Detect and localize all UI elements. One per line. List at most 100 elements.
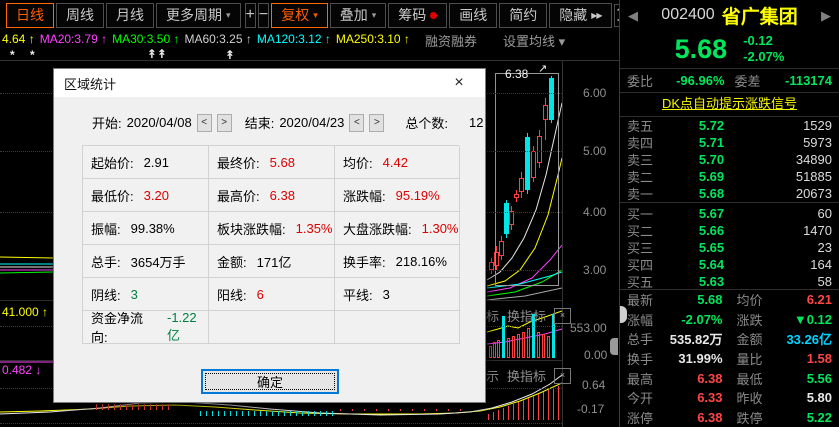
close-panel-icon[interactable]: ×: [554, 307, 572, 324]
stats-cell: 最高 6.38: [620, 369, 730, 388]
stat-label: 板块涨跌幅:: [217, 221, 286, 237]
indicator-tick: [278, 411, 279, 416]
price-axis-label: 6.00: [583, 86, 607, 100]
stats-row: 今开 6.33 昨收 5.80: [620, 388, 839, 408]
stat-cell: 最低价: 3.20: [83, 179, 209, 212]
indicator-tick: [108, 404, 109, 410]
level-volume: 51885: [795, 169, 832, 184]
level-price: 5.66: [698, 223, 725, 238]
sub-axis-label: 0.00: [584, 348, 608, 362]
stats-cell: 金额 33.26亿: [730, 329, 839, 348]
stat-value: 5.22: [806, 409, 832, 425]
stat-value: 218.16%: [395, 253, 447, 269]
next-stock-icon[interactable]: ▶: [821, 8, 831, 24]
price-axis-label: 5.00: [583, 144, 607, 158]
indicator-tick: [538, 394, 539, 420]
indicator-tick: [376, 409, 377, 411]
period-tab-1[interactable]: 日线: [6, 2, 54, 28]
toolbar-button-1[interactable]: 复权 ▾: [271, 2, 328, 28]
close-panel-icon[interactable]: ×: [554, 367, 572, 384]
stock-name: 省广集团: [721, 6, 798, 28]
toolbar-button-5[interactable]: 简约: [499, 2, 548, 28]
dk-signal-link[interactable]: DK点自动提示涨跌信号: [662, 96, 797, 111]
toolbar-button-3[interactable]: 筹码: [388, 2, 448, 28]
period-tab-2[interactable]: 周线: [56, 2, 104, 28]
indicator-tick: [114, 404, 115, 410]
peak-price-label: 6.38: [505, 67, 529, 81]
stat-cell: 总手: 3654万手: [83, 245, 209, 278]
volume-indicator-fragment: 41.000 ↑: [2, 305, 49, 319]
stat-value: 6: [256, 286, 264, 302]
indicator-tick: [488, 414, 489, 420]
signal-marker-icon: ↟↟: [147, 47, 168, 61]
zoom-in-button[interactable]: +: [244, 2, 256, 28]
start-date-prev-button[interactable]: <: [196, 113, 212, 132]
indicator-tick: [162, 404, 163, 410]
bid-row: 买二 5.66 1470: [620, 222, 839, 239]
period-tab-4[interactable]: 更多周期 ▾: [156, 2, 241, 28]
indicator-tick: [533, 396, 534, 420]
indicator-tick: [503, 408, 504, 420]
dk-signal-row: DK点自动提示涨跌信号: [620, 92, 839, 117]
level-volume: 23: [817, 240, 832, 255]
toolbar-button-6[interactable]: 隐藏 ▶▶: [549, 2, 612, 28]
ma-value-1: 4.64 ↑: [2, 32, 35, 46]
start-date-next-button[interactable]: >: [216, 113, 232, 132]
zoom-out-button[interactable]: −: [257, 2, 270, 28]
end-date-next-button[interactable]: >: [369, 113, 385, 132]
stat-value: 1.30%: [421, 220, 459, 236]
indicator-tick: [284, 411, 285, 416]
ask-queue: 卖五 5.72 1529 卖四 5.71 5973 卖三 5.70 34890 卖二 5.69 518…: [620, 117, 839, 202]
ma-indicator-bar: 4.64 ↑ MA20:3.79 ↑ MA30:3.50 ↑ MA60:3.25 ↑ M…: [2, 31, 410, 47]
volume-bar: [522, 332, 525, 358]
toolbar-button-4[interactable]: 画线: [449, 2, 498, 28]
stats-row: 换手 31.99% 量比 1.58: [620, 349, 839, 369]
level-volume: 5973: [803, 135, 832, 150]
close-icon[interactable]: ×: [443, 74, 475, 92]
weibi-row: 委比 -96.96% 委差 -113174: [620, 68, 839, 92]
level-volume: 164: [810, 257, 832, 272]
stat-cell: 金额: 171亿: [209, 245, 335, 278]
volume-bar: [489, 346, 492, 358]
period-tab-3[interactable]: 月线: [106, 2, 154, 28]
toolbar-button-2[interactable]: 叠加 ▾: [329, 2, 387, 28]
stat-label: 今开: [627, 391, 654, 407]
stat-label: 总手: [627, 332, 654, 348]
indicator-tick: [400, 409, 401, 411]
stat-value: 6.33: [697, 390, 723, 406]
stat-label: 最高价:: [217, 188, 260, 204]
stats-cell: 均价 6.21: [730, 290, 839, 309]
end-date-prev-button[interactable]: <: [349, 113, 365, 132]
peak-arrow-icon: ↗: [538, 63, 548, 75]
stat-cell: [209, 311, 335, 344]
indicator-tick: [144, 404, 145, 410]
prev-stock-icon[interactable]: ◀: [628, 8, 638, 24]
panel-resize-handle[interactable]: [610, 338, 618, 355]
stats-cell: 量比 1.58: [730, 349, 839, 368]
level-price: 5.70: [698, 152, 725, 167]
volume-bar: [527, 328, 530, 358]
swap-indicator-button[interactable]: 换指标: [507, 366, 546, 385]
stat-value: 3654万手: [130, 254, 186, 270]
swap-indicator-button[interactable]: 换指标: [507, 306, 546, 325]
indicator-value-fragment: 0.482 ↓: [2, 363, 42, 377]
volume-bar: [507, 338, 510, 358]
level-label: 卖一: [627, 187, 654, 202]
indicator-tick: [126, 404, 127, 410]
stat-value: 535.82万: [669, 332, 723, 348]
indicator-tick: [138, 404, 139, 410]
bid-row: 买一 5.67 60: [620, 205, 839, 222]
level-price: 5.63: [698, 274, 725, 289]
stat-cell: 资金净流向: -1.22亿: [83, 310, 209, 345]
stat-value: 33.26亿: [786, 332, 832, 348]
stats-row: 涨停 6.38 跌停 5.22: [620, 407, 839, 427]
stat-label: 跌停: [736, 410, 763, 426]
signal-marker-icon: *: [30, 48, 35, 62]
confirm-button[interactable]: 确定: [201, 369, 339, 394]
stat-value: 3.20: [143, 187, 169, 203]
stat-cell: 大盘涨跌幅: 1.30%: [335, 212, 460, 245]
price-axis-label: 3.00: [583, 263, 607, 277]
stat-cell: 最终价: 5.68: [209, 146, 335, 179]
stat-value: 31.99%: [678, 351, 723, 367]
indicator-tick: [200, 411, 201, 416]
